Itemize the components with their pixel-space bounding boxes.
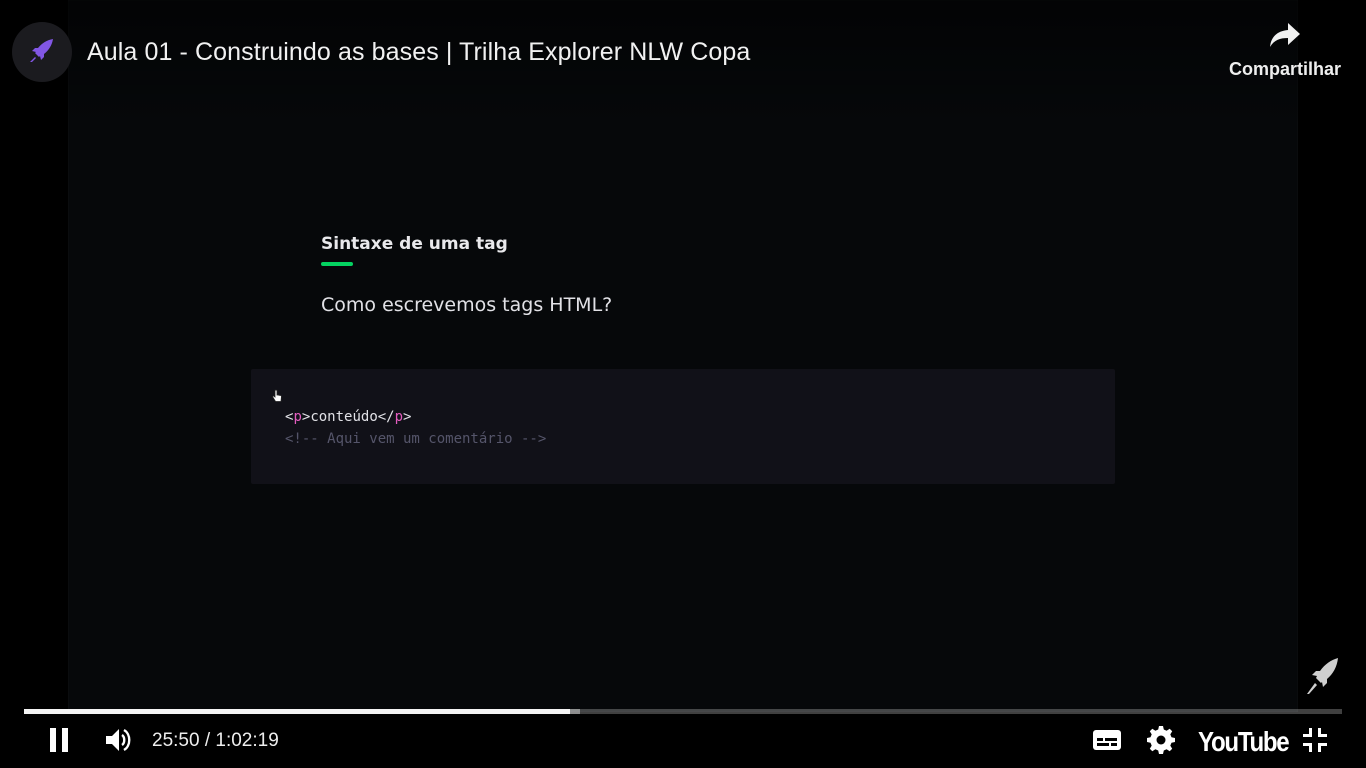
share-button[interactable]: Compartilhar bbox=[1218, 20, 1352, 80]
time-separator: / bbox=[199, 730, 216, 751]
subtitles-icon bbox=[1092, 728, 1122, 757]
code-line-tag: <p>conteúdo</p> bbox=[285, 409, 411, 425]
rocket-icon bbox=[1304, 658, 1342, 702]
player-controls: 25:50 / 1:02:19 YouTube bbox=[0, 714, 1366, 768]
settings-button[interactable] bbox=[1141, 722, 1181, 762]
code-block: <p>conteúdo</p> <!-- Aqui vem um comentá… bbox=[251, 369, 1115, 484]
youtube-logo-button[interactable]: YouTube bbox=[1198, 722, 1290, 762]
rocket-icon bbox=[27, 35, 57, 70]
subtitles-button[interactable] bbox=[1087, 722, 1127, 762]
volume-button[interactable] bbox=[98, 722, 140, 762]
gear-icon bbox=[1147, 725, 1175, 759]
code-close-lt: </ bbox=[377, 409, 395, 425]
current-time: 25:50 bbox=[152, 730, 200, 751]
pause-button[interactable] bbox=[38, 722, 80, 762]
time-display: 25:50 / 1:02:19 bbox=[152, 730, 279, 752]
duration: 1:02:19 bbox=[215, 730, 279, 751]
exit-fullscreen-icon bbox=[1302, 727, 1328, 758]
video-title[interactable]: Aula 01 - Construindo as bases | Trilha … bbox=[87, 38, 750, 67]
code-close-gt: > bbox=[403, 409, 412, 425]
slide-heading: Sintaxe de uma tag bbox=[321, 234, 508, 254]
code-content: conteúdo bbox=[310, 409, 378, 425]
share-label: Compartilhar bbox=[1228, 59, 1342, 79]
code-tag-name: p bbox=[293, 409, 302, 425]
channel-watermark[interactable] bbox=[1304, 656, 1342, 703]
code-close-tag-name: p bbox=[394, 409, 404, 425]
youtube-logo: YouTube bbox=[1198, 726, 1290, 757]
pause-icon bbox=[48, 727, 70, 758]
volume-icon bbox=[104, 726, 134, 759]
share-arrow-icon bbox=[1268, 23, 1302, 54]
slide-question: Como escrevemos tags HTML? bbox=[321, 294, 613, 316]
heading-underline bbox=[321, 262, 353, 266]
code-line-comment: <!-- Aqui vem um comentário --> bbox=[285, 431, 547, 447]
exit-fullscreen-button[interactable] bbox=[1296, 722, 1334, 762]
channel-avatar[interactable] bbox=[12, 22, 72, 82]
hand-cursor-icon bbox=[271, 389, 283, 408]
